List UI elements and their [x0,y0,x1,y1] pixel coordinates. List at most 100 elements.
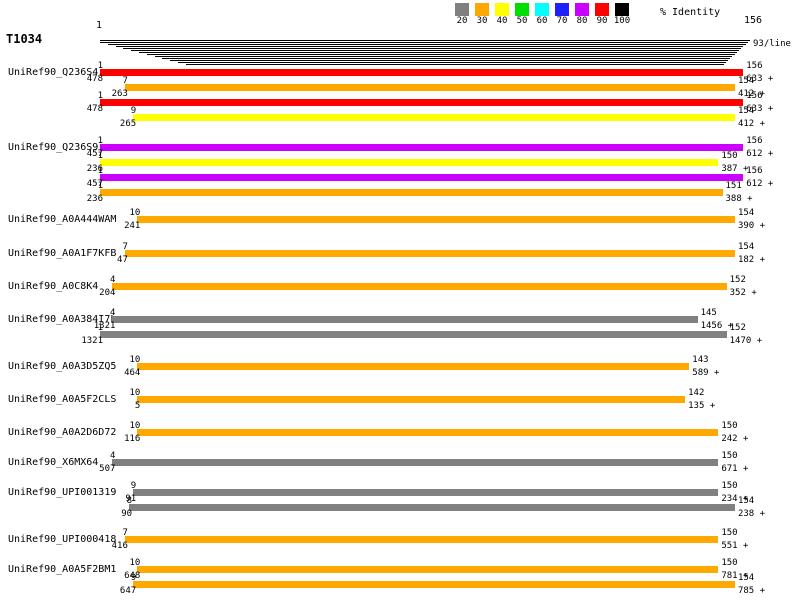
coverage-bar [137,216,735,223]
hit-start-coord: 204 [35,289,115,298]
coverage-bar [100,69,743,76]
hit-end-strand: 1470 + [730,337,763,346]
hit-start-coord: 265 [56,120,136,129]
hit-end-strand: 1456 + [701,322,734,331]
query-end-coord: 145 [701,309,717,318]
query-start-coord: 8 [52,497,132,506]
query-start-coord: 10 [60,356,140,365]
fan-line [178,62,726,63]
fan-line [186,64,724,65]
query-start-coord: 1 [23,324,103,333]
query-title: T1034 [6,33,42,45]
hit-end-strand: 135 + [688,402,715,411]
query-end-coord: 142 [688,389,704,398]
query-start-coord: 9 [56,574,136,583]
query-end-coord: 152 [730,276,746,285]
ruler-start-label: 1 [96,21,102,31]
hit-start-coord: 507 [35,465,115,474]
hit-end-strand: 387 + [721,165,748,174]
legend-title: % Identity [660,7,720,18]
legend-swatch-60 [535,3,549,16]
query-start-coord: 1 [23,62,103,71]
query-end-coord: 150 [721,452,737,461]
query-start-coord: 10 [60,422,140,431]
query-end-coord: 156 [746,167,762,176]
fan-line [100,42,748,43]
coverage-bar [133,114,735,121]
coverage-bar [125,250,735,257]
legend-swatch-70 [555,3,569,16]
query-end-coord: 154 [738,209,754,218]
query-end-coord: 154 [738,107,754,116]
query-start-coord: 7 [48,243,128,252]
hit-start-coord: 47 [48,256,128,265]
ruler-wrap-label: 93/line [753,40,791,49]
coverage-bar [100,174,743,181]
coverage-bar [137,566,718,573]
hit-end-strand: 412 + [738,120,765,129]
legend-swatch-50 [515,3,529,16]
coverage-bar [137,429,718,436]
query-start-coord: 9 [56,107,136,116]
coverage-bar [100,144,743,151]
legend-swatch-30 [475,3,489,16]
query-end-coord: 150 [721,529,737,538]
query-start-coord: 1 [23,182,103,191]
coverage-bar [137,396,685,403]
query-start-coord: 10 [60,559,140,568]
legend-swatch-80 [575,3,589,16]
query-end-coord: 156 [746,92,762,101]
coverage-bar [125,84,735,91]
query-end-coord: 154 [738,77,754,86]
hit-start-coord: 116 [60,435,140,444]
query-end-coord: 154 [738,243,754,252]
query-start-coord: 1 [23,152,103,161]
legend-swatch-20 [455,3,469,16]
coverage-bar [112,459,718,466]
hit-end-strand: 671 + [721,465,748,474]
alignment-overview: T1034 % Identity 2030405060708090100 1 1… [0,0,800,600]
query-start-coord: 4 [35,276,115,285]
query-end-coord: 150 [721,422,737,431]
query-end-coord: 150 [721,482,737,491]
fan-line [139,52,737,53]
coverage-bar [125,536,718,543]
hit-end-strand: 612 + [746,150,773,159]
hit-start-coord: 236 [23,195,103,204]
ruler-end-label: 156 [744,16,762,26]
hit-end-strand: 551 + [721,542,748,551]
hit-start-coord: 647 [56,587,136,596]
query-end-coord: 156 [746,137,762,146]
coverage-bar [112,316,697,323]
hit-end-strand: 785 + [738,587,765,596]
fan-line [123,48,741,49]
query-end-coord: 154 [738,574,754,583]
hit-end-strand: 612 + [746,180,773,189]
query-start-coord: 7 [48,529,128,538]
query-end-coord: 150 [721,559,737,568]
hit-start-coord: 1321 [23,337,103,346]
query-start-coord: 10 [60,209,140,218]
hit-end-strand: 589 + [692,369,719,378]
query-end-coord: 152 [730,324,746,333]
query-start-coord: 9 [56,482,136,491]
coverage-bar [129,504,735,511]
query-end-coord: 143 [692,356,708,365]
hit-start-coord: 241 [60,222,140,231]
query-start-coord: 7 [48,77,128,86]
legend-swatch-40 [495,3,509,16]
query-end-coord: 156 [746,62,762,71]
fan-line [155,56,733,57]
fan-line [131,50,739,51]
coverage-bar [100,189,723,196]
hit-end-strand: 388 + [726,195,753,204]
coverage-bar [133,489,718,496]
hit-start-coord: 416 [48,542,128,551]
fan-line [116,46,744,47]
query-start-coord: 10 [60,389,140,398]
query-end-coord: 154 [738,497,754,506]
coverage-bar [100,331,727,338]
hit-end-strand: 390 + [738,222,765,231]
hit-end-strand: 352 + [730,289,757,298]
query-start-coord: 4 [35,452,115,461]
